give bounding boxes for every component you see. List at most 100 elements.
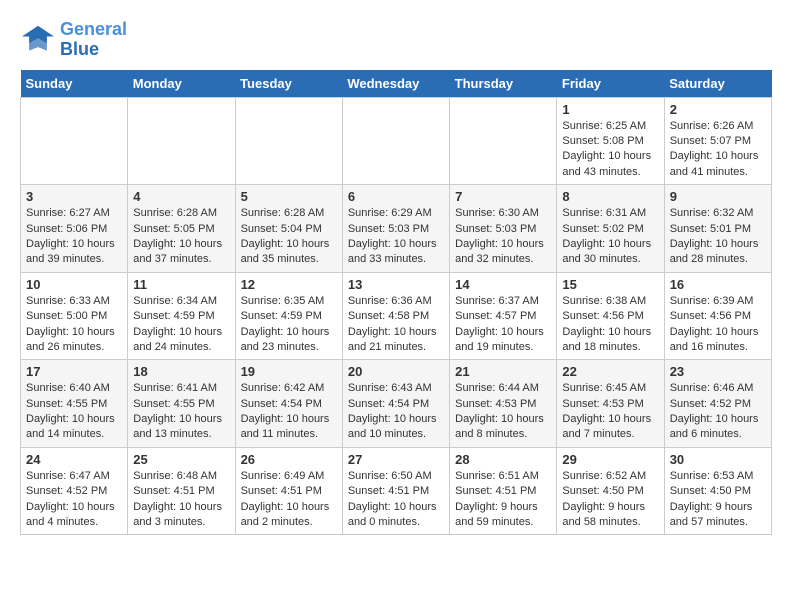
day-number: 9	[670, 189, 766, 204]
day-info: Sunrise: 6:31 AMSunset: 5:02 PMDaylight:…	[562, 206, 658, 268]
day-number: 16	[670, 277, 766, 292]
calendar-weekday-monday: Monday	[128, 70, 235, 98]
day-info: Sunrise: 6:27 AMSunset: 5:06 PMDaylight:…	[26, 206, 122, 268]
day-number: 27	[348, 452, 444, 467]
calendar-cell: 5 Sunrise: 6:28 AMSunset: 5:04 PMDaylight…	[235, 185, 342, 273]
calendar-cell: 18 Sunrise: 6:41 AMSunset: 4:55 PMDayligh…	[128, 360, 235, 448]
day-number: 23	[670, 364, 766, 379]
calendar-week-row: 3 Sunrise: 6:27 AMSunset: 5:06 PMDaylight…	[21, 185, 772, 273]
calendar-cell: 12 Sunrise: 6:35 AMSunset: 4:59 PMDayligh…	[235, 272, 342, 360]
day-info: Sunrise: 6:46 AMSunset: 4:52 PMDaylight:…	[670, 381, 766, 443]
calendar-weekday-tuesday: Tuesday	[235, 70, 342, 98]
day-info: Sunrise: 6:53 AMSunset: 4:50 PMDaylight:…	[670, 469, 766, 531]
calendar-cell: 28 Sunrise: 6:51 AMSunset: 4:51 PMDayligh…	[450, 447, 557, 535]
day-number: 3	[26, 189, 122, 204]
calendar-weekday-friday: Friday	[557, 70, 664, 98]
day-number: 4	[133, 189, 229, 204]
calendar-cell: 30 Sunrise: 6:53 AMSunset: 4:50 PMDayligh…	[664, 447, 771, 535]
day-info: Sunrise: 6:38 AMSunset: 4:56 PMDaylight:…	[562, 294, 658, 356]
calendar-cell: 29 Sunrise: 6:52 AMSunset: 4:50 PMDayligh…	[557, 447, 664, 535]
calendar-week-row: 1 Sunrise: 6:25 AMSunset: 5:08 PMDaylight…	[21, 97, 772, 185]
day-info: Sunrise: 6:37 AMSunset: 4:57 PMDaylight:…	[455, 294, 551, 356]
calendar-cell: 2Sunrise: 6:26 AMSunset: 5:07 PMDaylight…	[664, 97, 771, 185]
day-info: Sunrise: 6:41 AMSunset: 4:55 PMDaylight:…	[133, 381, 229, 443]
calendar-cell: 10 Sunrise: 6:33 AMSunset: 5:00 PMDayligh…	[21, 272, 128, 360]
day-number: 20	[348, 364, 444, 379]
calendar-cell: 23 Sunrise: 6:46 AMSunset: 4:52 PMDayligh…	[664, 360, 771, 448]
day-info: Sunrise: 6:39 AMSunset: 4:56 PMDaylight:…	[670, 294, 766, 356]
day-info: Sunrise: 6:28 AMSunset: 5:04 PMDaylight:…	[241, 206, 337, 268]
day-info: Sunrise: 6:48 AMSunset: 4:51 PMDaylight:…	[133, 469, 229, 531]
day-info: Sunrise: 6:26 AMSunset: 5:07 PMDaylight:…	[670, 119, 766, 181]
day-info: Sunrise: 6:47 AMSunset: 4:52 PMDaylight:…	[26, 469, 122, 531]
day-info: Sunrise: 6:51 AMSunset: 4:51 PMDaylight:…	[455, 469, 551, 531]
day-number: 5	[241, 189, 337, 204]
day-number: 15	[562, 277, 658, 292]
day-number: 19	[241, 364, 337, 379]
calendar-cell: 9 Sunrise: 6:32 AMSunset: 5:01 PMDaylight…	[664, 185, 771, 273]
day-info: Sunrise: 6:35 AMSunset: 4:59 PMDaylight:…	[241, 294, 337, 356]
calendar-cell: 6Sunrise: 6:29 AMSunset: 5:03 PMDaylight…	[342, 185, 449, 273]
day-number: 14	[455, 277, 551, 292]
calendar-cell	[235, 97, 342, 185]
calendar-cell: 3 Sunrise: 6:27 AMSunset: 5:06 PMDaylight…	[21, 185, 128, 273]
day-number: 28	[455, 452, 551, 467]
calendar-cell: 7 Sunrise: 6:30 AMSunset: 5:03 PMDaylight…	[450, 185, 557, 273]
day-number: 22	[562, 364, 658, 379]
day-info: Sunrise: 6:50 AMSunset: 4:51 PMDaylight:…	[348, 469, 444, 531]
day-number: 12	[241, 277, 337, 292]
calendar-week-row: 24 Sunrise: 6:47 AMSunset: 4:52 PMDayligh…	[21, 447, 772, 535]
day-info: Sunrise: 6:49 AMSunset: 4:51 PMDaylight:…	[241, 469, 337, 531]
day-info: Sunrise: 6:34 AMSunset: 4:59 PMDaylight:…	[133, 294, 229, 356]
calendar-weekday-wednesday: Wednesday	[342, 70, 449, 98]
logo: General Blue	[20, 20, 127, 60]
calendar-cell	[21, 97, 128, 185]
day-number: 6	[348, 189, 444, 204]
day-number: 24	[26, 452, 122, 467]
day-number: 10	[26, 277, 122, 292]
day-info: Sunrise: 6:33 AMSunset: 5:00 PMDaylight:…	[26, 294, 122, 356]
day-number: 18	[133, 364, 229, 379]
day-info: Sunrise: 6:45 AMSunset: 4:53 PMDaylight:…	[562, 381, 658, 443]
day-info: Sunrise: 6:25 AMSunset: 5:08 PMDaylight:…	[562, 119, 658, 181]
day-info: Sunrise: 6:36 AMSunset: 4:58 PMDaylight:…	[348, 294, 444, 356]
calendar-cell: 11 Sunrise: 6:34 AMSunset: 4:59 PMDayligh…	[128, 272, 235, 360]
calendar-cell	[128, 97, 235, 185]
calendar-cell: 4 Sunrise: 6:28 AMSunset: 5:05 PMDaylight…	[128, 185, 235, 273]
day-info: Sunrise: 6:32 AMSunset: 5:01 PMDaylight:…	[670, 206, 766, 268]
day-number: 1	[562, 102, 658, 117]
calendar-cell: 25 Sunrise: 6:48 AMSunset: 4:51 PMDayligh…	[128, 447, 235, 535]
calendar-weekday-saturday: Saturday	[664, 70, 771, 98]
day-info: Sunrise: 6:30 AMSunset: 5:03 PMDaylight:…	[455, 206, 551, 268]
day-info: Sunrise: 6:43 AMSunset: 4:54 PMDaylight:…	[348, 381, 444, 443]
calendar-cell: 26Sunrise: 6:49 AMSunset: 4:51 PMDayligh…	[235, 447, 342, 535]
calendar-cell: 15 Sunrise: 6:38 AMSunset: 4:56 PMDayligh…	[557, 272, 664, 360]
day-number: 7	[455, 189, 551, 204]
day-number: 11	[133, 277, 229, 292]
calendar-cell: 1 Sunrise: 6:25 AMSunset: 5:08 PMDaylight…	[557, 97, 664, 185]
calendar-cell: 20 Sunrise: 6:43 AMSunset: 4:54 PMDayligh…	[342, 360, 449, 448]
day-info: Sunrise: 6:44 AMSunset: 4:53 PMDaylight:…	[455, 381, 551, 443]
day-number: 30	[670, 452, 766, 467]
day-number: 21	[455, 364, 551, 379]
calendar-week-row: 17Sunrise: 6:40 AMSunset: 4:55 PMDayligh…	[21, 360, 772, 448]
day-number: 29	[562, 452, 658, 467]
day-info: Sunrise: 6:52 AMSunset: 4:50 PMDaylight:…	[562, 469, 658, 531]
calendar-cell: 22 Sunrise: 6:45 AMSunset: 4:53 PMDayligh…	[557, 360, 664, 448]
calendar-weekday-thursday: Thursday	[450, 70, 557, 98]
day-info: Sunrise: 6:28 AMSunset: 5:05 PMDaylight:…	[133, 206, 229, 268]
calendar-weekday-sunday: Sunday	[21, 70, 128, 98]
calendar-week-row: 10 Sunrise: 6:33 AMSunset: 5:00 PMDayligh…	[21, 272, 772, 360]
calendar-cell	[342, 97, 449, 185]
logo-icon	[20, 24, 56, 56]
calendar-cell: 21 Sunrise: 6:44 AMSunset: 4:53 PMDayligh…	[450, 360, 557, 448]
calendar-cell: 16 Sunrise: 6:39 AMSunset: 4:56 PMDayligh…	[664, 272, 771, 360]
page-header: General Blue	[20, 20, 772, 60]
calendar-cell: 8Sunrise: 6:31 AMSunset: 5:02 PMDaylight…	[557, 185, 664, 273]
day-number: 25	[133, 452, 229, 467]
day-info: Sunrise: 6:42 AMSunset: 4:54 PMDaylight:…	[241, 381, 337, 443]
calendar-cell	[450, 97, 557, 185]
day-number: 13	[348, 277, 444, 292]
logo-text: General Blue	[60, 20, 127, 60]
calendar-cell: 13 Sunrise: 6:36 AMSunset: 4:58 PMDayligh…	[342, 272, 449, 360]
